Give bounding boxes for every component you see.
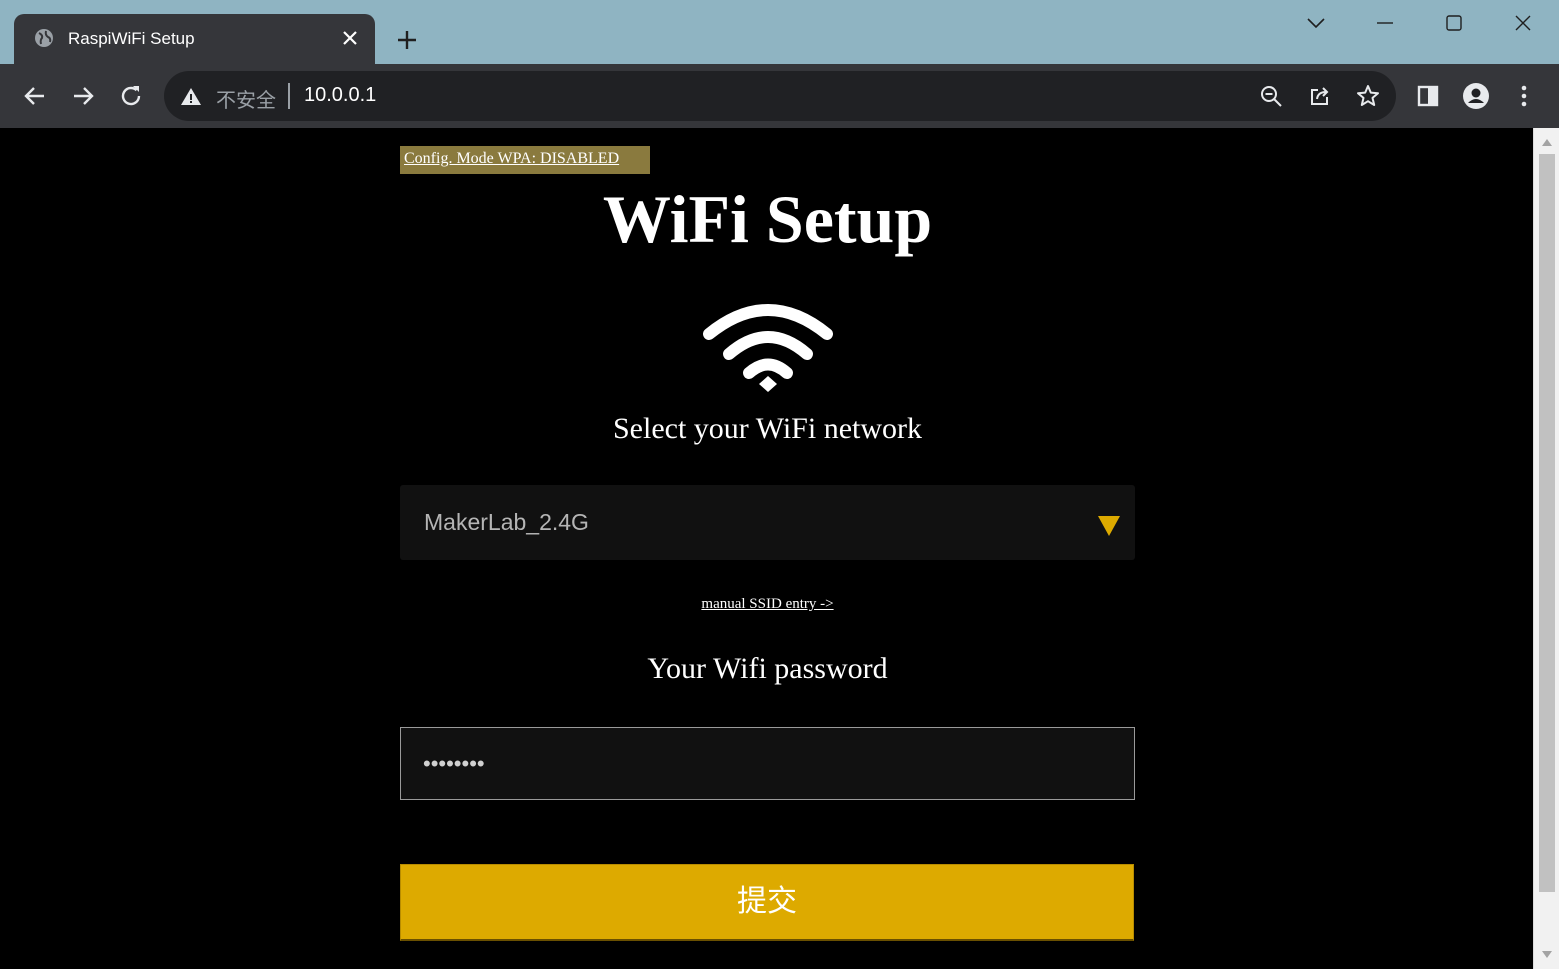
selected-network-value: MakerLab_2.4G [424, 509, 589, 535]
select-network-heading: Select your WiFi network [612, 412, 923, 445]
reload-icon[interactable] [117, 82, 145, 110]
minimize-icon[interactable] [1372, 10, 1398, 36]
side-panel-icon[interactable] [1414, 82, 1442, 110]
share-icon[interactable] [1307, 83, 1333, 109]
network-select-dropdown[interactable]: MakerLab_2.4G [400, 485, 1135, 560]
tab-title: RaspiWiFi Setup [68, 29, 195, 48]
browser-tab-active[interactable]: RaspiWiFi Setup [14, 14, 375, 66]
password-heading: Your Wifi password [647, 652, 888, 685]
maximize-icon[interactable] [1441, 10, 1467, 36]
bookmark-star-icon[interactable] [1355, 83, 1381, 109]
wifi-setup-page: Config. Mode WPA: DISABLED WiFi Setup Se… [400, 128, 1135, 969]
tab-search-chevron-icon[interactable] [1303, 10, 1329, 36]
profile-avatar-icon[interactable] [1462, 82, 1490, 110]
scroll-down-arrow-icon[interactable] [1541, 950, 1553, 960]
warning-triangle-icon[interactable] [180, 86, 202, 106]
manual-ssid-link[interactable]: manual SSID entry -> [400, 596, 1135, 613]
dropdown-triangle-icon[interactable] [1097, 515, 1121, 537]
new-tab-icon[interactable] [394, 27, 420, 53]
address-bar[interactable]: 不安全 10.0.0.1 [164, 71, 1396, 121]
page-viewport: Config. Mode WPA: DISABLED WiFi Setup Se… [0, 128, 1559, 969]
wifi-icon [703, 304, 833, 392]
submit-button[interactable]: 提交 [400, 864, 1134, 941]
config-mode-badge: Config. Mode WPA: DISABLED [400, 146, 650, 174]
password-input[interactable] [400, 727, 1135, 800]
not-secure-label[interactable]: 不安全 [216, 84, 276, 113]
more-menu-icon[interactable] [1510, 82, 1538, 110]
url-text[interactable]: 10.0.0.1 [304, 84, 376, 107]
browser-toolbar: 不安全 10.0.0.1 [0, 64, 1559, 128]
address-separator [288, 83, 290, 109]
page-title: WiFi Setup [602, 181, 933, 257]
globe-icon [35, 29, 53, 47]
config-mode-link[interactable]: Config. Mode WPA: DISABLED [404, 150, 619, 167]
back-arrow-icon[interactable] [21, 82, 49, 110]
close-tab-icon[interactable] [340, 28, 360, 48]
close-window-icon[interactable] [1510, 10, 1536, 36]
vertical-scrollbar[interactable] [1533, 128, 1559, 969]
forward-arrow-icon[interactable] [69, 82, 97, 110]
browser-titlebar: RaspiWiFi Setup [0, 0, 1559, 66]
scrollbar-thumb[interactable] [1539, 154, 1555, 892]
scroll-up-arrow-icon[interactable] [1541, 137, 1553, 147]
zoom-out-icon[interactable] [1258, 83, 1284, 109]
